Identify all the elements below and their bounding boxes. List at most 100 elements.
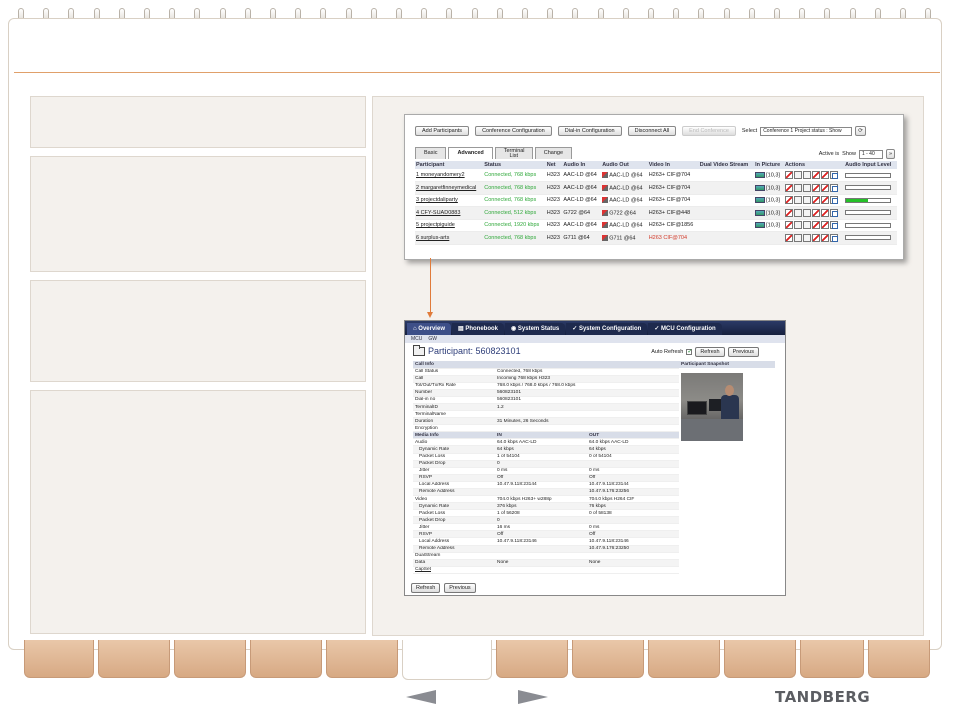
participant-link[interactable]: 2 margaretfinneymedical bbox=[416, 185, 476, 191]
tab-change[interactable]: Change bbox=[534, 147, 573, 159]
subnav-gw[interactable]: GW bbox=[428, 335, 437, 343]
lock-icon[interactable] bbox=[802, 183, 811, 192]
section-tab-4[interactable] bbox=[250, 640, 322, 678]
capset-link[interactable]: CapSet bbox=[415, 567, 431, 572]
tab-advanced[interactable]: Advanced bbox=[448, 147, 493, 159]
tab-basic[interactable]: Basic bbox=[415, 147, 447, 159]
info-icon[interactable] bbox=[829, 183, 838, 192]
previous-button-top[interactable]: Previous bbox=[727, 347, 759, 357]
participant-row: 1 moneyandomery2 Connected, 768 kbps H323 A… bbox=[415, 169, 897, 182]
sub-nav: MCU GW bbox=[405, 335, 785, 343]
end-conference-button[interactable]: End Conference bbox=[682, 126, 736, 136]
conference-configuration-button[interactable]: Conference Configuration bbox=[475, 126, 552, 136]
mute-audio-icon[interactable] bbox=[602, 184, 609, 191]
section-tab-7[interactable] bbox=[496, 640, 568, 678]
info-icon[interactable] bbox=[829, 221, 838, 230]
edit-icon[interactable] bbox=[811, 233, 820, 242]
conference-select[interactable]: Conference 1 Project status : Show bbox=[760, 126, 853, 136]
section-tab-10[interactable] bbox=[724, 640, 796, 678]
disconnect-all-button[interactable]: Disconnect All bbox=[627, 126, 677, 136]
layout-icon[interactable] bbox=[755, 171, 766, 178]
disconnect-icon[interactable] bbox=[784, 196, 793, 205]
lock-icon[interactable] bbox=[802, 208, 811, 217]
mute-audio-icon[interactable] bbox=[602, 197, 609, 204]
participant-link[interactable]: 5 projectpiguide bbox=[416, 222, 455, 228]
lock-icon[interactable] bbox=[802, 233, 811, 242]
info-out-value bbox=[587, 516, 679, 525]
previous-button-bottom[interactable]: Previous bbox=[444, 583, 476, 593]
add-participants-button[interactable]: Add Participants bbox=[415, 126, 470, 136]
info-row: Dynamic Rate 376 kbps 76 kbps bbox=[413, 502, 679, 511]
section-tab-1[interactable] bbox=[24, 640, 94, 678]
go-button[interactable]: ⟳ bbox=[855, 126, 866, 136]
section-tab-6[interactable] bbox=[402, 640, 492, 680]
participant-in-picture: [10,3] bbox=[766, 172, 780, 179]
section-tab-9[interactable] bbox=[648, 640, 720, 678]
section-tab-2[interactable] bbox=[98, 640, 170, 678]
lock-icon[interactable] bbox=[802, 221, 811, 230]
lock-icon[interactable] bbox=[802, 171, 811, 179]
dial-in-configuration-button[interactable]: Dial-in Configuration bbox=[557, 126, 622, 136]
auto-refresh-checkbox[interactable] bbox=[686, 348, 692, 355]
mute-icon[interactable] bbox=[793, 171, 802, 179]
disconnect-icon[interactable] bbox=[784, 171, 793, 179]
layout-icon[interactable] bbox=[755, 184, 766, 191]
mute-audio-icon[interactable] bbox=[602, 209, 609, 216]
tab-system-status[interactable]: ◉ System Status bbox=[505, 323, 566, 335]
info-icon[interactable] bbox=[829, 233, 838, 242]
mute-icon[interactable] bbox=[793, 183, 802, 192]
edit-icon[interactable] bbox=[811, 208, 820, 217]
next-page-arrow-icon[interactable] bbox=[518, 690, 548, 704]
disconnect-icon[interactable] bbox=[784, 221, 793, 230]
disconnect-icon[interactable] bbox=[784, 208, 793, 217]
video-mute-icon[interactable] bbox=[820, 171, 829, 179]
edit-icon[interactable] bbox=[811, 171, 820, 179]
participant-link[interactable]: 4 CFY-SUAD0883 bbox=[416, 210, 460, 216]
edit-icon[interactable] bbox=[811, 221, 820, 230]
video-mute-icon[interactable] bbox=[820, 183, 829, 192]
video-mute-icon[interactable] bbox=[820, 196, 829, 205]
video-mute-icon[interactable] bbox=[820, 233, 829, 242]
layout-icon[interactable] bbox=[755, 197, 766, 204]
tab-mcu-configuration[interactable]: ✓ MCU Configuration bbox=[648, 323, 722, 335]
video-mute-icon[interactable] bbox=[820, 221, 829, 230]
subnav-mcu[interactable]: MCU bbox=[411, 335, 422, 343]
mute-audio-icon[interactable] bbox=[602, 222, 609, 229]
section-tab-5[interactable] bbox=[326, 640, 398, 678]
section-tab-8[interactable] bbox=[572, 640, 644, 678]
tab-terminal-list[interactable]: Terminal List bbox=[494, 147, 533, 159]
mute-audio-icon[interactable] bbox=[602, 234, 609, 241]
info-in-value: 0 bbox=[495, 516, 587, 525]
edit-icon[interactable] bbox=[811, 183, 820, 192]
video-mute-icon[interactable] bbox=[820, 208, 829, 217]
participant-row: 4 CFY-SUAD0883 Connected, 512 kbps H323 G72… bbox=[415, 206, 897, 220]
show-go-button[interactable]: » bbox=[885, 149, 895, 159]
participant-link[interactable]: 3 projectdaliparty bbox=[416, 197, 458, 203]
lock-icon[interactable] bbox=[802, 196, 811, 205]
tab-overview[interactable]: ⌂ Overview bbox=[407, 323, 451, 335]
previous-page-arrow-icon[interactable] bbox=[406, 690, 436, 704]
mute-icon[interactable] bbox=[793, 221, 802, 230]
info-icon[interactable] bbox=[829, 208, 838, 217]
disconnect-icon[interactable] bbox=[784, 233, 793, 242]
section-tab-3[interactable] bbox=[174, 640, 246, 678]
mute-audio-icon[interactable] bbox=[602, 171, 609, 178]
tab-system-configuration[interactable]: ✓ System Configuration bbox=[566, 323, 648, 335]
mute-icon[interactable] bbox=[793, 208, 802, 217]
layout-icon[interactable] bbox=[755, 209, 766, 216]
participant-link[interactable]: 1 moneyandomery2 bbox=[416, 172, 465, 178]
layout-icon[interactable] bbox=[755, 222, 766, 229]
section-tab-11[interactable] bbox=[800, 640, 864, 678]
disconnect-icon[interactable] bbox=[784, 183, 793, 192]
participant-link[interactable]: 6 surplus-arts bbox=[416, 235, 449, 241]
info-icon[interactable] bbox=[829, 196, 838, 205]
show-select[interactable]: 1 - 40 bbox=[858, 149, 883, 159]
mute-icon[interactable] bbox=[793, 233, 802, 242]
info-icon[interactable] bbox=[829, 171, 838, 179]
refresh-button-bottom[interactable]: Refresh bbox=[411, 583, 441, 593]
tab-phonebook[interactable]: ▤ Phonebook bbox=[451, 323, 504, 335]
refresh-button-top[interactable]: Refresh bbox=[695, 347, 725, 357]
mute-icon[interactable] bbox=[793, 196, 802, 205]
section-tab-12[interactable] bbox=[868, 640, 930, 678]
edit-icon[interactable] bbox=[811, 196, 820, 205]
